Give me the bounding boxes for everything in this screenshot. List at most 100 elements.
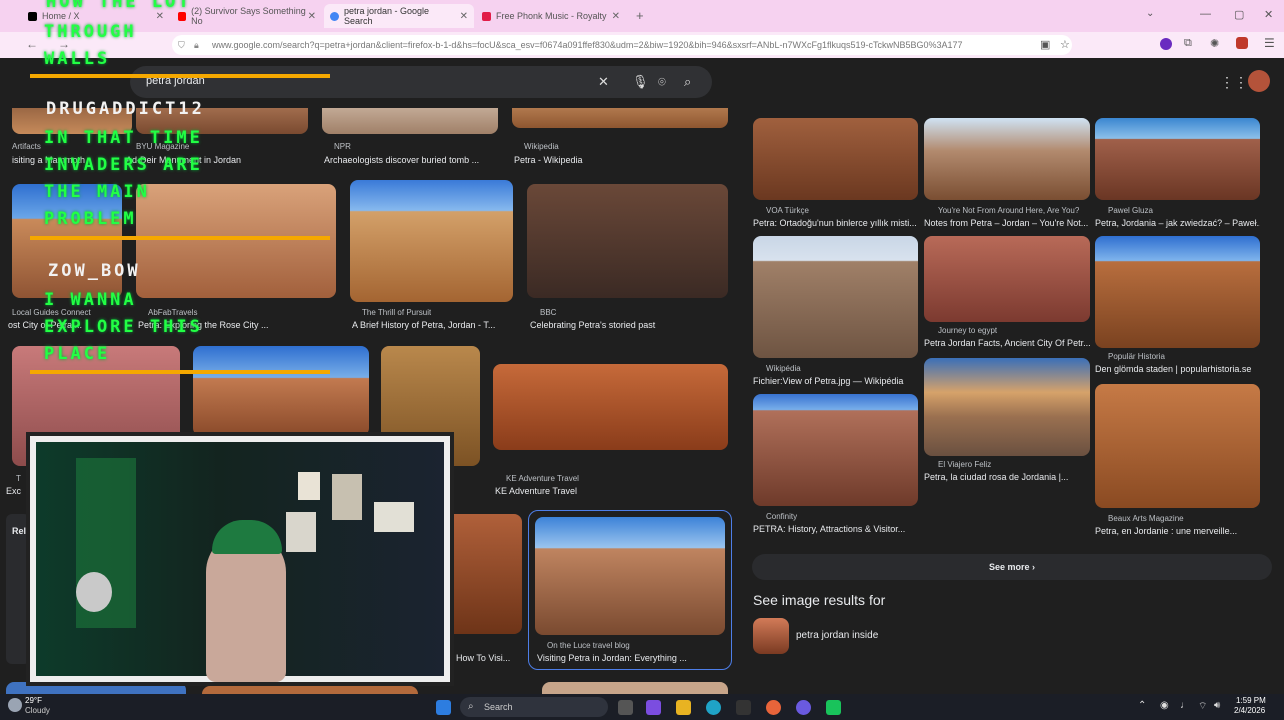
selected-result[interactable]: On the Luce travel blog Visiting Petra i… xyxy=(528,510,732,670)
close-tab-icon[interactable]: ✕ xyxy=(156,11,164,22)
result-title[interactable]: Petra: Ortadoğu'nun binlerce yıllık mist… xyxy=(753,218,918,228)
result-title[interactable]: Petra - Wikipedia xyxy=(514,155,690,165)
chevron-down-icon[interactable]: ⌄ xyxy=(1146,8,1154,19)
result-source: NPR xyxy=(334,142,351,151)
result-title[interactable]: Petra Jordan Facts, Ancient City Of Petr… xyxy=(924,338,1090,348)
related-image[interactable] xyxy=(1095,384,1260,508)
result-title[interactable]: Petra, la ciudad rosa de Jordania |... xyxy=(924,472,1090,482)
apps-grid-icon[interactable]: ⋮⋮ xyxy=(1220,74,1248,91)
related-panel[interactable]: Rel xyxy=(6,514,30,664)
close-window-icon[interactable]: ✕ xyxy=(1264,8,1273,21)
related-query-thumbnail[interactable] xyxy=(753,618,789,654)
related-image[interactable] xyxy=(924,236,1090,322)
copilot-icon[interactable] xyxy=(646,700,661,715)
reader-icon[interactable]: ▣ xyxy=(1040,38,1050,51)
camera-lens-icon[interactable]: ⌾ xyxy=(658,74,666,90)
result-image[interactable] xyxy=(322,108,498,134)
result-image[interactable] xyxy=(446,514,522,634)
discord-icon[interactable] xyxy=(796,700,811,715)
result-image[interactable] xyxy=(350,180,513,302)
related-image[interactable] xyxy=(924,118,1090,200)
extensions-icon[interactable]: ⧉ xyxy=(1184,37,1192,50)
taskbar-search[interactable]: ⌕ Search xyxy=(460,697,608,717)
result-title[interactable]: Petra, en Jordanie : une merveille... xyxy=(1095,526,1260,536)
see-more-button[interactable]: See more › xyxy=(752,554,1272,580)
microphone-icon[interactable]: 🎙︎ xyxy=(632,74,649,90)
result-image[interactable] xyxy=(535,517,725,635)
result-image[interactable] xyxy=(542,682,728,694)
result-title[interactable]: A Brief History of Petra, Jordan - T... xyxy=(352,320,515,330)
obs-icon[interactable] xyxy=(826,700,841,715)
result-source: Pawel Gluza xyxy=(1108,206,1153,215)
menu-icon[interactable]: ☰ xyxy=(1264,36,1275,50)
clear-search-icon[interactable]: ✕ xyxy=(598,74,609,90)
file-explorer-icon[interactable] xyxy=(676,700,691,715)
result-title[interactable]: How To Visi... xyxy=(456,653,520,663)
result-title[interactable]: KE Adventure Travel xyxy=(495,486,728,496)
result-image[interactable] xyxy=(193,346,369,436)
result-image[interactable] xyxy=(6,682,186,694)
related-image[interactable] xyxy=(1095,236,1260,348)
minimize-icon[interactable]: — xyxy=(1200,8,1211,20)
task-view-icon[interactable] xyxy=(618,700,633,715)
tab-phonk[interactable]: Free Phonk Music - Royalty ✕ xyxy=(476,4,626,28)
related-image[interactable] xyxy=(753,236,918,358)
windows-start-icon[interactable] xyxy=(436,700,451,715)
result-image[interactable] xyxy=(527,184,728,298)
result-title[interactable]: Archaeologists discover buried tomb ... xyxy=(324,155,500,165)
mic-icon[interactable]: ♩ xyxy=(1180,700,1190,711)
overlay-line: EXPLORE THIS xyxy=(44,317,203,337)
addon-icon[interactable]: ✺ xyxy=(1210,37,1219,50)
result-image[interactable] xyxy=(512,108,728,128)
related-image[interactable] xyxy=(753,394,918,506)
extension-icon[interactable] xyxy=(1160,38,1172,50)
tab-youtube[interactable]: (2) Survivor Says Something No ✕ xyxy=(172,4,322,28)
clock-date[interactable]: 2/4/2026 xyxy=(1234,706,1265,715)
result-title[interactable]: Petra, Jordania – jak zwiedzać? – Paweł.… xyxy=(1095,218,1260,228)
related-image[interactable] xyxy=(1095,118,1260,200)
related-image[interactable] xyxy=(753,118,918,200)
result-source: BBC xyxy=(540,308,557,317)
shield-icon: ⛉ xyxy=(178,40,185,50)
result-title[interactable]: Exc xyxy=(6,486,26,496)
result-image[interactable] xyxy=(493,364,728,450)
network-icon[interactable]: ⌔ xyxy=(1198,700,1207,713)
firefox-icon[interactable] xyxy=(766,700,781,715)
chevron-up-icon[interactable]: ⌃ xyxy=(1138,700,1146,711)
tray-icon[interactable]: ◉ xyxy=(1160,700,1169,711)
close-tab-icon[interactable]: ✕ xyxy=(612,11,620,22)
related-image[interactable] xyxy=(924,358,1090,456)
result-title[interactable]: Den glömda staden | popularhistoria.se xyxy=(1095,364,1260,374)
bookmark-icon[interactable]: ☆ xyxy=(1060,38,1070,51)
clock-time[interactable]: 1:59 PM xyxy=(1236,696,1266,705)
result-title[interactable]: Visiting Petra in Jordan: Everything ... xyxy=(537,653,725,663)
tab-google-search[interactable]: petra jordan - Google Search ✕ xyxy=(324,4,474,28)
result-title[interactable]: Fichier:View of Petra.jpg — Wikipédia xyxy=(753,376,918,386)
maximize-icon[interactable]: ▢ xyxy=(1234,8,1244,21)
result-title[interactable]: Notes from Petra – Jordan – You're Not..… xyxy=(924,218,1090,228)
related-query-link[interactable]: petra jordan inside xyxy=(796,630,878,641)
search-icon[interactable]: ⌕ xyxy=(684,74,691,90)
result-image[interactable] xyxy=(202,686,418,694)
close-tab-icon[interactable]: ✕ xyxy=(308,11,316,22)
close-tab-icon[interactable]: ✕ xyxy=(460,11,468,22)
search-box[interactable]: petra jordan ✕ 🎙︎ ⌾ ⌕ xyxy=(130,66,712,98)
avatar[interactable] xyxy=(1248,70,1270,92)
google-icon xyxy=(330,11,339,21)
music-icon xyxy=(482,11,491,21)
volume-icon[interactable]: 🔊︎ xyxy=(1214,700,1220,711)
back-icon[interactable]: ← xyxy=(26,37,38,51)
url-field[interactable]: ⛉ 🔒︎ www.google.com/search?q=petra+jorda… xyxy=(172,35,1072,55)
wall-poster xyxy=(298,472,320,500)
result-source: AbFabTravels xyxy=(148,308,198,317)
result-title[interactable]: PETRA: History, Attractions & Visitor... xyxy=(753,524,918,534)
search-icon: ⌕ xyxy=(468,701,474,712)
result-title[interactable]: Celebrating Petra's storied past xyxy=(530,320,730,330)
account-icon[interactable] xyxy=(1236,37,1248,49)
edge-icon[interactable] xyxy=(706,700,721,715)
store-icon[interactable] xyxy=(736,700,751,715)
new-tab-icon[interactable]: + xyxy=(636,8,644,23)
overlay-line: IN THAT TIME xyxy=(44,128,203,148)
result-image[interactable] xyxy=(136,184,336,298)
wall-poster xyxy=(286,512,316,552)
